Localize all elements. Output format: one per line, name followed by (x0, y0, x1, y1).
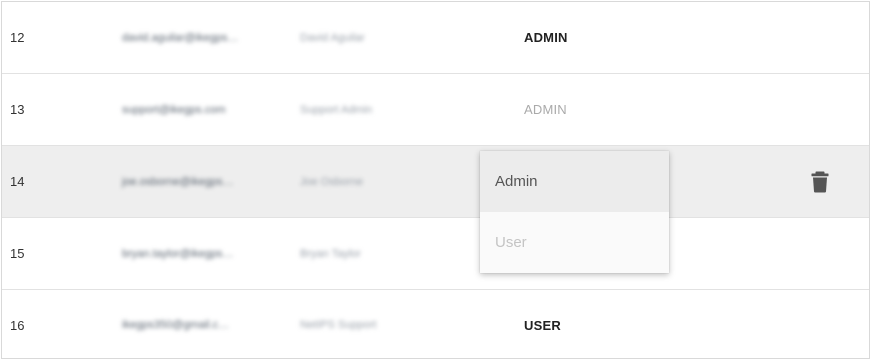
role-dropdown-menu: Admin User (480, 151, 669, 273)
user-id: 14 (10, 174, 25, 189)
table-row[interactable]: 15 bryan.taylor@ikegps… Bryan Taylor (2, 218, 869, 290)
user-id: 16 (10, 317, 25, 333)
users-table: 12 david.aguilar@ikegps… David Aguilar A… (1, 1, 870, 359)
user-email: ikegps350@gmail.c… (122, 319, 230, 331)
trash-icon[interactable] (811, 171, 829, 193)
user-id: 13 (10, 102, 25, 117)
user-name: Support Admin (300, 103, 373, 116)
user-id: 12 (10, 30, 25, 45)
table-row[interactable]: 12 david.aguilar@ikegps… David Aguilar A… (2, 2, 869, 74)
user-email: bryan.taylor@ikegps… (122, 247, 234, 260)
user-role[interactable]: USER (524, 290, 561, 360)
user-id: 15 (10, 246, 25, 261)
user-role[interactable]: ADMIN (524, 2, 568, 73)
user-name: Bryan Taylor (300, 247, 361, 260)
role-option-admin[interactable]: Admin (480, 151, 669, 212)
user-email: support@ikegps.com (122, 103, 226, 116)
table-row[interactable]: 16 ikegps350@gmail.c… NetIPS Support USE… (2, 290, 869, 360)
user-name: Joe Osborne (300, 175, 363, 188)
user-name: David Aguilar (300, 31, 365, 44)
role-option-user[interactable]: User (480, 212, 669, 273)
user-email: david.aguilar@ikegps… (122, 31, 239, 44)
table-row[interactable]: 14 joe.osborne@ikegps… Joe Osborne (2, 146, 869, 218)
user-role: ADMIN (524, 102, 567, 117)
table-row[interactable]: 13 support@ikegps.com Support Admin ADMI… (2, 74, 869, 146)
user-name: NetIPS Support (300, 319, 377, 331)
user-email: joe.osborne@ikegps… (122, 175, 234, 188)
